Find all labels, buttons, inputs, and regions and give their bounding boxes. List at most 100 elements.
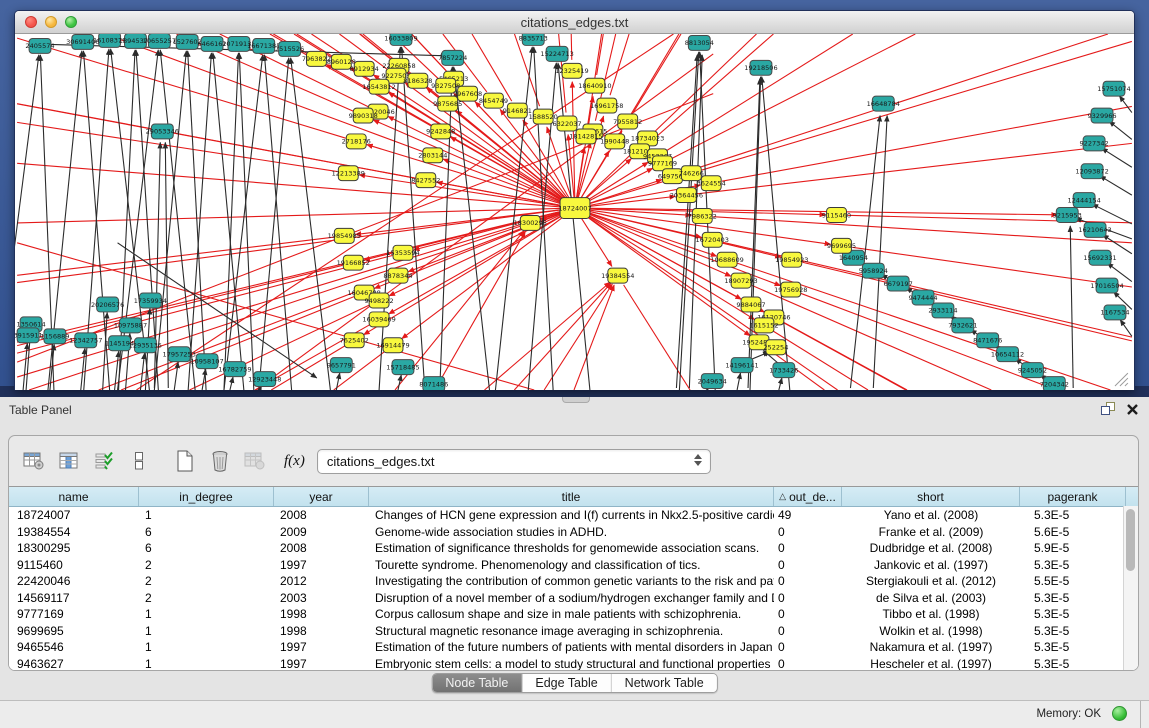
- graph-node[interactable]: 18640910: [578, 78, 611, 93]
- graph-node[interactable]: 9242848: [426, 124, 455, 139]
- tab-edge-table[interactable]: Edge Table: [522, 674, 611, 692]
- graph-node[interactable]: 1615152: [749, 318, 778, 333]
- tab-network-table[interactable]: Network Table: [612, 674, 717, 692]
- graph-node[interactable]: 9875685: [433, 96, 462, 111]
- graph-node[interactable]: 8835713: [519, 34, 548, 45]
- column-header-year[interactable]: year: [274, 487, 369, 506]
- graph-node[interactable]: 7932621: [948, 318, 977, 333]
- graph-node[interactable]: 19854923: [775, 252, 808, 267]
- graph-node[interactable]: 1733426: [769, 363, 798, 378]
- graph-node[interactable]: 9498222: [365, 293, 394, 308]
- graph-node[interactable]: 20206576: [91, 297, 124, 312]
- table-row[interactable]: 946554611997Estimation of the future num…: [9, 639, 1138, 656]
- graph-node[interactable]: 12444154: [1067, 193, 1100, 208]
- function-builder-icon[interactable]: f(x): [284, 453, 305, 470]
- graph-node[interactable]: 2803144: [418, 148, 447, 163]
- graph-node[interactable]: 15751074: [1097, 81, 1130, 96]
- graph-node[interactable]: 16720403: [696, 232, 729, 247]
- graph-node[interactable]: 16033809: [384, 34, 417, 45]
- vertical-scrollbar[interactable]: [1123, 506, 1138, 670]
- column-header-short[interactable]: short: [842, 487, 1020, 506]
- graph-node[interactable]: 15224713: [540, 46, 573, 61]
- graph-node[interactable]: 9245052: [1018, 363, 1047, 378]
- graph-node[interactable]: 8454749: [479, 93, 508, 108]
- table-row[interactable]: 2242004622012Investigating the contribut…: [9, 573, 1138, 590]
- graph-node[interactable]: 16961758: [590, 98, 623, 113]
- graph-node[interactable]: 1167534: [1100, 305, 1129, 320]
- graph-node[interactable]: 7204342: [1040, 377, 1069, 390]
- select-rows-icon[interactable]: [91, 448, 117, 474]
- column-narrow-icon[interactable]: [126, 448, 152, 474]
- graph-node[interactable]: 9227342: [1079, 136, 1108, 151]
- table-column-icon[interactable]: [56, 448, 82, 474]
- graph-node[interactable]: 9329966: [1087, 108, 1116, 123]
- graph-node[interactable]: 3624554: [697, 176, 726, 191]
- graph-node[interactable]: 9115460: [822, 208, 851, 223]
- graph-node[interactable]: 1156889: [40, 329, 69, 344]
- graph-node[interactable]: 12093872: [1075, 164, 1108, 179]
- graph-node[interactable]: 8071486: [419, 377, 448, 390]
- graph-node[interactable]: 3915911: [15, 328, 43, 343]
- graph-node[interactable]: 7955812: [613, 114, 642, 129]
- close-window-button[interactable]: [25, 16, 37, 28]
- import-table-icon[interactable]: [242, 448, 268, 474]
- graph-node[interactable]: 2405574: [25, 38, 54, 53]
- table-row[interactable]: 1938455462009Genome-wide association stu…: [9, 524, 1138, 541]
- table-row[interactable]: 1830029562008Estimation of significance …: [9, 540, 1138, 557]
- table-selector-dropdown[interactable]: citations_edges.txt: [317, 449, 711, 474]
- tab-node-table[interactable]: Node Table: [432, 674, 522, 692]
- column-header-in_degree[interactable]: in_degree: [139, 487, 274, 506]
- graph-node[interactable]: 10655257: [143, 34, 176, 48]
- close-panel-icon[interactable]: [1126, 403, 1139, 416]
- citation-network-graph[interactable]: 2405574306914061610837918945372106552571…: [15, 34, 1134, 390]
- column-header-out_de[interactable]: △out_de...: [774, 487, 842, 506]
- float-panel-icon[interactable]: [1101, 402, 1116, 416]
- graph-node[interactable]: 7986322: [688, 209, 717, 224]
- graph-node[interactable]: 19854985: [328, 228, 361, 243]
- column-header-name[interactable]: name: [9, 487, 139, 506]
- graph-node[interactable]: 19756928: [774, 282, 807, 297]
- resize-grip[interactable]: [1115, 373, 1128, 386]
- graph-node[interactable]: 19218506: [744, 60, 777, 75]
- graph-node[interactable]: 15718485: [386, 360, 419, 375]
- graph-node[interactable]: 14196141: [725, 358, 758, 373]
- graph-node[interactable]: 5958924: [859, 263, 888, 278]
- graph-node[interactable]: 6322037: [552, 116, 581, 131]
- table-row[interactable]: 946362711997Embryonic stem cells: a mode…: [9, 656, 1138, 672]
- minimize-window-button[interactable]: [45, 16, 57, 28]
- graph-node[interactable]: 15692331: [1083, 250, 1116, 265]
- table-row[interactable]: 1456911722003Disruption of a novel membe…: [9, 590, 1138, 607]
- graph-node[interactable]: 19384554: [601, 268, 634, 283]
- graph-node[interactable]: 16210643: [1078, 222, 1111, 237]
- new-file-icon[interactable]: [172, 448, 198, 474]
- graph-node[interactable]: 19166852: [337, 255, 370, 270]
- graph-node[interactable]: 252254: [763, 340, 788, 355]
- graph-node[interactable]: 8912934: [350, 61, 379, 76]
- graph-node[interactable]: 9146821: [503, 103, 532, 118]
- network-canvas[interactable]: 2405574306914061610837918945372106552571…: [15, 34, 1134, 390]
- graph-node[interactable]: 9657791: [327, 358, 356, 373]
- table-row[interactable]: 977716911998Corpus callosum shape and si…: [9, 606, 1138, 623]
- graph-node[interactable]: 2933114: [928, 303, 957, 318]
- graph-node[interactable]: 8471676: [973, 333, 1002, 348]
- graph-node[interactable]: 2718176: [342, 134, 371, 149]
- scrollbar-thumb[interactable]: [1126, 509, 1135, 571]
- graph-node[interactable]: 9699695: [827, 238, 856, 253]
- graph-node[interactable]: 8427552: [411, 173, 440, 188]
- graph-node[interactable]: 2049634: [698, 374, 727, 389]
- window-titlebar[interactable]: citations_edges.txt: [15, 11, 1134, 34]
- graph-node[interactable]: 10688609: [710, 252, 743, 267]
- delete-table-icon[interactable]: [207, 448, 233, 474]
- graph-node[interactable]: 746266: [679, 166, 704, 181]
- graph-node[interactable]: 16039469: [362, 312, 395, 327]
- graph-node[interactable]: 9474444: [908, 290, 937, 305]
- graph-node[interactable]: 12325419: [555, 63, 588, 78]
- graph-node[interactable]: 7857224: [438, 50, 467, 65]
- column-header-pagerank[interactable]: pagerank: [1020, 487, 1126, 506]
- table-row[interactable]: 911546021997Tourette syndrome. Phenomeno…: [9, 557, 1138, 574]
- graph-node[interactable]: 8813054: [685, 35, 714, 50]
- graph-node[interactable]: 9215953: [1053, 208, 1082, 223]
- graph-node[interactable]: 9890318: [349, 108, 378, 123]
- table-row[interactable]: 1872400712008Changes of HCN gene express…: [9, 507, 1138, 524]
- graph-node[interactable]: 29053346: [146, 124, 179, 139]
